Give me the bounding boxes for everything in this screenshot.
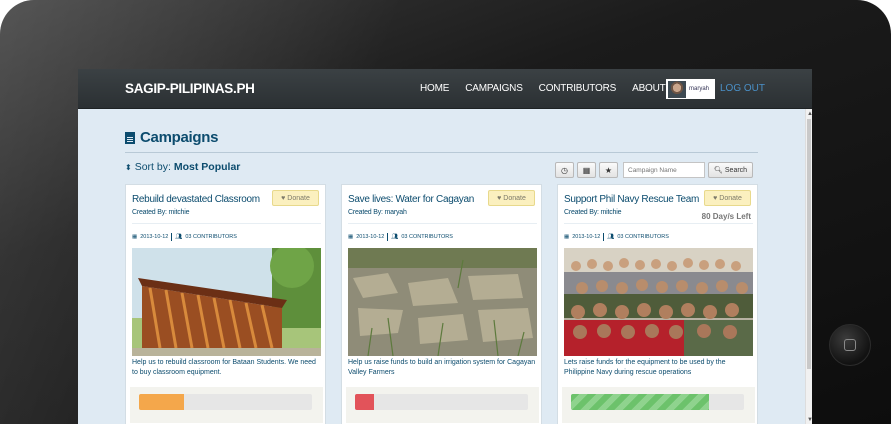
card-divider (348, 223, 537, 224)
donate-label: Donate (503, 194, 526, 202)
home-square-icon (844, 339, 856, 351)
campaign-description: Help us to rebuild classroom for Bataan … (132, 359, 316, 376)
campaign-title[interactable]: Save lives: Water for Cagayan (348, 194, 474, 205)
days-left-label: 80 Day/s Left (701, 212, 751, 221)
progress-area (130, 387, 323, 423)
card-divider (564, 223, 753, 224)
campaign-date: 2013-10-12 (140, 234, 169, 240)
scroll-thumb[interactable] (807, 119, 811, 369)
calendar-icon: ▦ (582, 165, 591, 175)
title-divider (125, 152, 758, 153)
search-button-label: Search (724, 166, 748, 174)
campaign-card[interactable]: Save lives: Water for Cagayan Created By… (341, 184, 542, 424)
sort-control[interactable]: ⬍ Sort by: Most Popular (125, 161, 240, 173)
donate-button[interactable]: ♥ Donate (272, 190, 319, 206)
filter-toolbar: ◷ ▦ ★ 🔍︎ Search (555, 162, 754, 178)
main-nav: HOME CAMPAIGNS CONTRIBUTORS ABOUT US (420, 83, 682, 94)
donate-button[interactable]: ♥ Donate (488, 190, 535, 206)
calendar-icon: ▦ (132, 234, 138, 240)
campaign-card[interactable]: Support Phil Navy Rescue Team Created By… (557, 184, 758, 424)
popular-filter-button[interactable]: ★ (599, 162, 618, 178)
card-divider (132, 223, 321, 224)
heart-icon: ♥ (713, 194, 718, 202)
campaign-title[interactable]: Rebuild devastated Classroom (132, 194, 260, 205)
star-icon: ★ (604, 165, 613, 175)
campaign-image-dry-field[interactable] (348, 248, 537, 356)
tablet-home-button[interactable] (829, 324, 871, 366)
search-icon: 🔍︎ (714, 167, 723, 174)
file-icon (125, 131, 135, 144)
meta-separator (387, 233, 389, 241)
vertical-scrollbar[interactable]: ▲ ▼ (805, 109, 812, 424)
campaign-creator: Created By: mitchie (564, 209, 622, 216)
avatar (668, 80, 686, 98)
funding-progress-bar (139, 394, 312, 410)
user-name: maryah (689, 86, 710, 92)
campaign-search-input[interactable] (623, 162, 705, 178)
progress-fill (355, 394, 375, 410)
donate-button[interactable]: ♥ Donate (704, 190, 751, 206)
page-title-text: Campaigns (140, 129, 219, 146)
campaign-meta: ▦ 2013-10-12 👥︎ 03 CONTRIBUTORS (132, 233, 237, 241)
campaign-date: 2013-10-12 (356, 234, 385, 240)
campaign-image-classroom[interactable] (132, 248, 321, 356)
campaign-image-navy-group[interactable] (564, 248, 753, 356)
sort-value[interactable]: Most Popular (174, 161, 241, 173)
funding-progress-bar (355, 394, 528, 410)
calendar-icon: ▦ (348, 234, 354, 240)
donate-label: Donate (719, 194, 742, 202)
scroll-down-icon[interactable]: ▼ (807, 417, 812, 423)
users-icon: 👥︎ (607, 234, 615, 240)
nav-home[interactable]: HOME (420, 83, 449, 94)
campaign-card[interactable]: Rebuild devastated Classroom Created By:… (125, 184, 326, 424)
progress-area (562, 387, 755, 423)
clock-icon: ◷ (561, 165, 568, 175)
campaign-description: Help us raise funds to build an irrigati… (348, 359, 536, 376)
top-navbar: SAGIP-PILIPINAS.PH HOME CAMPAIGNS CONTRI… (78, 69, 812, 109)
meta-separator (603, 233, 605, 241)
campaign-date: 2013-10-12 (572, 234, 601, 240)
heart-icon: ♥ (497, 194, 502, 202)
campaign-meta: ▦ 2013-10-12 👥︎ 03 CONTRIBUTORS (348, 233, 453, 241)
donate-label: Donate (287, 194, 310, 202)
search-button[interactable]: 🔍︎ Search (708, 162, 754, 178)
heart-icon: ♥ (281, 194, 286, 202)
calendar-icon: ▦ (564, 234, 570, 240)
campaign-creator: Created By: maryah (348, 209, 407, 216)
campaign-description: Lets raise funds for the equipment to be… (564, 359, 726, 376)
scroll-up-icon[interactable]: ▲ (807, 111, 812, 117)
campaign-contributors[interactable]: 03 CONTRIBUTORS (617, 234, 669, 240)
date-filter-button[interactable]: ▦ (577, 162, 596, 178)
page-title: Campaigns (125, 129, 218, 146)
meta-separator (171, 233, 173, 241)
campaign-meta: ▦ 2013-10-12 👥︎ 03 CONTRIBUTORS (564, 233, 669, 241)
users-icon: 👥︎ (391, 234, 399, 240)
tablet-frame: SAGIP-PILIPINAS.PH HOME CAMPAIGNS CONTRI… (0, 0, 891, 424)
nav-contributors[interactable]: CONTRIBUTORS (539, 83, 617, 94)
progress-fill (571, 394, 710, 410)
funding-progress-bar (571, 394, 744, 410)
campaign-contributors[interactable]: 03 CONTRIBUTORS (401, 234, 453, 240)
sort-label: Sort by: (134, 161, 171, 173)
sort-icon: ⬍ (125, 162, 132, 172)
user-profile-chip[interactable]: maryah (666, 79, 715, 99)
nav-campaigns[interactable]: CAMPAIGNS (465, 83, 523, 94)
progress-fill (139, 394, 184, 410)
users-icon: 👥︎ (175, 234, 183, 240)
campaign-creator: Created By: mitchie (132, 209, 190, 216)
browser-screen: SAGIP-PILIPINAS.PH HOME CAMPAIGNS CONTRI… (78, 69, 812, 424)
logout-link[interactable]: LOG OUT (720, 83, 765, 94)
campaign-title[interactable]: Support Phil Navy Rescue Team (564, 194, 699, 205)
site-brand[interactable]: SAGIP-PILIPINAS.PH (125, 81, 255, 96)
campaign-contributors[interactable]: 03 CONTRIBUTORS (185, 234, 237, 240)
recent-filter-button[interactable]: ◷ (555, 162, 574, 178)
progress-area (346, 387, 539, 423)
